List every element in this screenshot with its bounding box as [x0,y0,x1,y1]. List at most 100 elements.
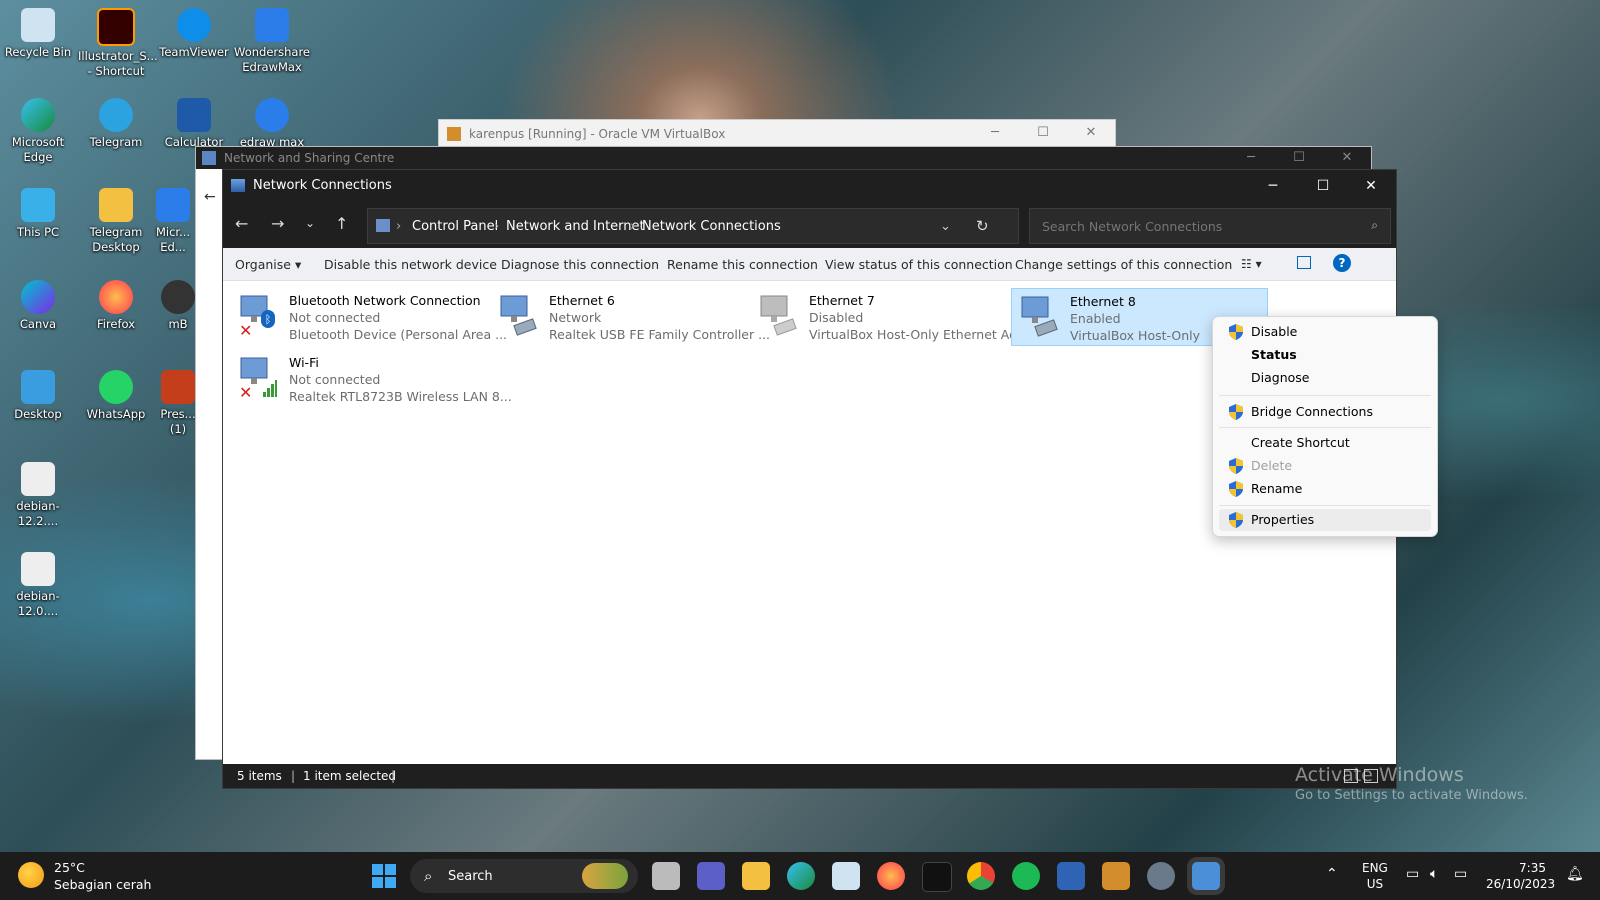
recent-chevron-icon[interactable]: ⌄ [305,216,315,230]
organise-button[interactable]: Organise ▾ [235,257,301,272]
virtualbox-window-controls: ─ ☐ ✕ [971,125,1115,140]
search-icon[interactable]: ⌕ [1371,218,1378,233]
teams-chat-icon[interactable] [697,862,725,890]
back-arrow-icon[interactable]: ← [204,189,216,205]
network-connections-taskbar-icon[interactable] [1192,862,1220,890]
up-arrow-icon[interactable]: ↑ [335,214,348,233]
weather-temp[interactable]: 25°C [54,860,85,875]
menu-item-diagnose[interactable]: Diagnose [1219,367,1431,389]
connection-item[interactable]: Ethernet 7 Disabled VirtualBox Host-Only… [751,288,1029,344]
settings-gear-icon[interactable] [1147,862,1175,890]
back-arrow-icon[interactable]: ← [235,214,248,233]
breadcrumb-control-panel[interactable]: Control Panel [412,219,498,234]
task-view-icon[interactable] [652,862,680,890]
change-settings-button[interactable]: Change settings of this connection [1015,257,1232,272]
address-dropdown-icon[interactable]: ⌄ [940,219,951,234]
app-icon [161,280,195,314]
firefox-icon[interactable] [877,862,905,890]
photos-icon[interactable] [832,862,860,890]
desktop-icon-teamviewer[interactable]: TeamViewer [156,8,232,60]
windows-logo-icon [372,864,396,888]
close-icon[interactable]: ✕ [1323,147,1371,169]
view-status-button[interactable]: View status of this connection [825,257,1013,272]
preview-pane-icon[interactable] [1297,256,1311,269]
clock[interactable]: 7:35 26/10/2023 [1486,860,1555,892]
desktop-icon-calculator[interactable]: Calculator [156,98,232,150]
minimize-icon[interactable]: ─ [1227,147,1275,169]
desktop-icon-whatsapp[interactable]: WhatsApp [78,370,154,422]
desktop-icon-edrawmax[interactable]: Wondershare EdrawMax [234,8,310,75]
menu-item-properties[interactable]: Properties [1219,509,1431,531]
notification-bell-icon[interactable]: 🔔︎ [1566,866,1584,882]
desktop-icon-mb[interactable]: mB [160,280,196,332]
connection-item[interactable]: ᛒ ✕ Bluetooth Network Connection Not con… [231,288,507,344]
edge-icon[interactable] [787,862,815,890]
desktop-icon-debian-1[interactable]: debian-12.2.... [0,462,76,529]
watermark-title: Activate Windows [1295,764,1464,786]
connection-device: Realtek RTL8723B Wireless LAN 8... [289,389,512,404]
menu-item-create-shortcut[interactable]: Create Shortcut [1219,432,1431,454]
forward-arrow-icon[interactable]: → [271,214,284,233]
connection-item[interactable]: ✕ Wi-Fi Not connected Realtek RTL8723B W… [231,350,512,406]
spotify-icon[interactable] [1012,862,1040,890]
disable-device-button[interactable]: Disable this network device [324,257,497,272]
menu-item-status[interactable]: Status [1219,344,1431,366]
desktop-icon-telegram-desktop[interactable]: Telegram Desktop [78,188,154,255]
desktop-icon-telegram[interactable]: Telegram [78,98,154,150]
connection-name: Bluetooth Network Connection [289,293,481,308]
battery-icon[interactable]: ▭ [1454,866,1467,882]
desktop-icon-edge[interactable]: Microsoft Edge [0,98,76,165]
tray-overflow-chevron-icon[interactable]: ⌃ [1326,866,1338,882]
edge-icon [21,98,55,132]
vm-running-icon[interactable] [1102,862,1130,890]
desktop-icon-illustrator[interactable]: Illustrator_S... - Shortcut [78,8,158,79]
breadcrumb-separator-icon: › [630,219,636,234]
status-bar: 5 items | 1 item selected | [223,764,1396,788]
file-explorer-icon[interactable] [742,862,770,890]
breadcrumb-network-internet[interactable]: Network and Internet [506,219,645,234]
menu-separator [1219,505,1431,506]
chrome-icon[interactable] [967,862,995,890]
desktop-icon-pres[interactable]: Pres... (1) [160,370,196,437]
desktop-icon-recycle-bin[interactable]: Recycle Bin [0,8,76,60]
affinity-icon[interactable] [922,862,952,892]
connection-device: VirtualBox Host-Only Ethernet Ad... [809,327,1029,342]
refresh-icon[interactable]: ↻ [976,217,989,235]
virtualbox-icon[interactable] [1057,862,1085,890]
maximize-icon[interactable]: ☐ [1019,125,1067,140]
search-box[interactable]: ⌕ [1029,208,1391,244]
menu-item-disable[interactable]: Disable [1219,321,1431,343]
maximize-icon[interactable]: ☐ [1275,147,1323,169]
svg-text:ᛒ: ᛒ [265,313,272,326]
search-input[interactable] [1040,218,1344,235]
desktop-icon-debian-2[interactable]: debian-12.0.... [0,552,76,619]
connection-item[interactable]: Ethernet 6 Network Realtek USB FE Family… [491,288,770,344]
minimize-icon[interactable]: ─ [971,125,1019,140]
close-icon[interactable]: ✕ [1067,125,1115,140]
view-options-icon[interactable]: ☷ ▾ [1241,257,1262,271]
desktop-icon-desktop[interactable]: Desktop [0,370,76,422]
start-button[interactable] [372,864,396,888]
desktop-icon-partial[interactable]: Micr... Ed... [150,188,196,255]
rename-button[interactable]: Rename this connection [667,257,818,272]
language-indicator[interactable]: ENG US [1362,860,1388,892]
taskbar-search[interactable]: ⌕ Search [410,859,638,893]
desktop-icon-firefox[interactable]: Firefox [78,280,154,332]
diagnose-button[interactable]: Diagnose this connection [501,257,659,272]
menu-item-bridge-connections[interactable]: Bridge Connections [1219,401,1431,423]
breadcrumb-network-connections[interactable]: Network Connections [642,219,781,234]
address-bar[interactable]: › Control Panel › Network and Internet ›… [367,208,1019,244]
maximize-button[interactable]: ☐ [1300,170,1346,202]
help-icon[interactable]: ? [1333,254,1351,272]
menu-item-rename[interactable]: Rename [1219,478,1431,500]
desktop-icon-canva[interactable]: Canva [0,280,76,332]
network-tray-icon[interactable]: ▭ [1406,866,1419,882]
desktop-icon-this-pc[interactable]: This PC [0,188,76,240]
volume-icon[interactable]: 🔈︎ [1430,866,1438,882]
desktop-icon-edraw-max[interactable]: edraw max [234,98,310,150]
minimize-button[interactable]: ─ [1250,170,1296,202]
weather-desc[interactable]: Sebagian cerah [54,877,151,892]
control-panel-icon [376,219,390,232]
weather-icon[interactable] [18,862,44,888]
close-button[interactable]: ✕ [1348,170,1394,202]
